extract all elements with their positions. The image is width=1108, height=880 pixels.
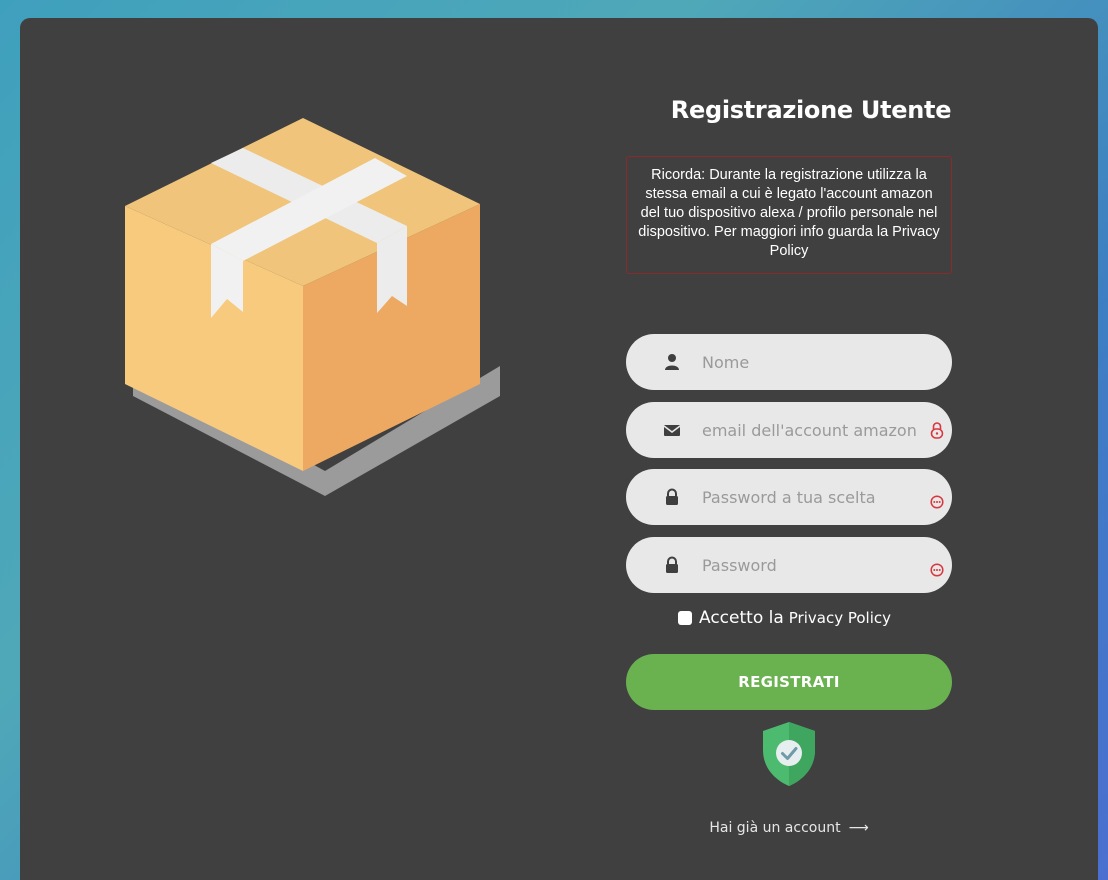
registration-notice: Ricorda: Durante la registrazione utiliz… [626, 156, 952, 274]
password-field[interactable] [626, 469, 952, 525]
register-button[interactable]: REGISTRATI [626, 654, 952, 710]
email-field[interactable] [626, 402, 952, 458]
privacy-consent: Accetto la Privacy Policy [678, 606, 891, 630]
confirm-password-field[interactable] [626, 537, 952, 593]
privacy-policy-link[interactable]: Privacy Policy [789, 609, 891, 627]
registration-card: Registrazione Utente Ricorda: Durante la… [20, 18, 1098, 880]
login-link-label: Hai già un account [709, 820, 841, 836]
confirm-password-input[interactable] [702, 537, 922, 593]
lock-icon [666, 488, 678, 505]
lock-icon [666, 556, 678, 573]
password-dots-icon[interactable] [930, 493, 944, 511]
envelope-icon [664, 425, 680, 436]
login-link[interactable]: Hai già un account ⟶ [626, 820, 952, 836]
page-title: Registrazione Utente [670, 96, 952, 124]
user-icon [665, 354, 679, 370]
lock-icon[interactable] [930, 421, 944, 439]
package-box-illustration [125, 118, 500, 496]
password-dots-icon[interactable] [930, 561, 944, 579]
consent-label: Accetto la [699, 608, 784, 628]
name-input[interactable] [702, 334, 922, 390]
privacy-checkbox[interactable] [678, 611, 692, 625]
shield-check-icon [763, 722, 815, 786]
name-field[interactable] [626, 334, 952, 390]
arrow-right-icon: ⟶ [848, 820, 869, 836]
email-input[interactable] [702, 402, 922, 458]
password-input[interactable] [702, 469, 922, 525]
